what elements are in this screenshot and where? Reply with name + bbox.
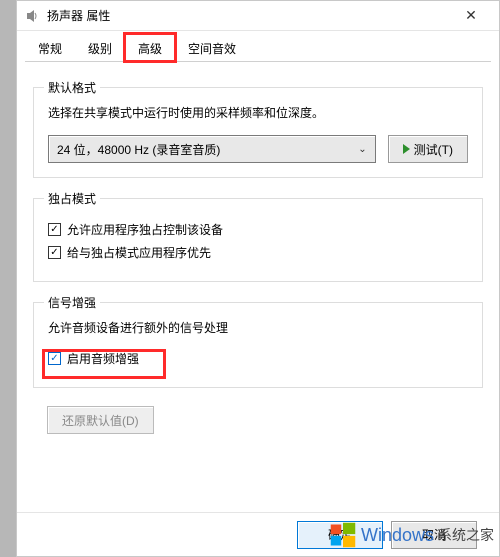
checkbox-exclusive-priority[interactable]: ✓ xyxy=(48,246,61,259)
speaker-icon xyxy=(25,8,41,24)
checkbox-label: 允许应用程序独占控制该设备 xyxy=(67,221,223,238)
cancel-label: 取消 xyxy=(422,526,446,543)
tab-label: 空间音效 xyxy=(188,42,236,56)
restore-defaults-button[interactable]: 还原默认值(D) xyxy=(47,406,154,434)
group-default-format: 默认格式 选择在共享模式中运行时使用的采样频率和位深度。 24 位，48000 … xyxy=(33,87,483,178)
ok-button[interactable]: 确定 xyxy=(297,521,383,549)
select-value: 24 位，48000 Hz (录音室音质) xyxy=(57,141,220,158)
checkbox-row-enable-enhance: ✓ 启用音频增强 xyxy=(48,350,468,367)
format-row: 24 位，48000 Hz (录音室音质) ⌄ 测试(T) xyxy=(48,135,468,163)
tab-label: 常规 xyxy=(38,42,62,56)
test-label: 测试(T) xyxy=(414,141,453,158)
group-title: 默认格式 xyxy=(44,79,100,96)
close-icon: ✕ xyxy=(465,7,477,24)
ok-label: 确定 xyxy=(328,526,352,543)
checkbox-allow-exclusive[interactable]: ✓ xyxy=(48,223,61,236)
chevron-down-icon: ⌄ xyxy=(358,144,366,155)
tab-advanced[interactable]: 高级 xyxy=(125,34,175,61)
group-title: 信号增强 xyxy=(44,294,100,311)
window-title: 扬声器 属性 xyxy=(47,7,451,24)
play-icon xyxy=(403,144,410,154)
tab-general[interactable]: 常规 xyxy=(25,34,75,61)
tab-bar: 常规 级别 高级 空间音效 xyxy=(17,31,499,61)
checkbox-label: 启用音频增强 xyxy=(67,350,139,367)
format-select[interactable]: 24 位，48000 Hz (录音室音质) ⌄ xyxy=(48,135,376,163)
checkmark-icon: ✓ xyxy=(50,354,58,364)
properties-window: 扬声器 属性 ✕ 常规 级别 高级 空间音效 默认格式 选择在共享模式中运行时使… xyxy=(16,0,500,557)
cancel-button[interactable]: 取消 xyxy=(391,521,477,549)
tab-label: 级别 xyxy=(88,42,112,56)
checkmark-icon: ✓ xyxy=(50,248,58,258)
group-title: 独占模式 xyxy=(44,190,100,207)
checkbox-row-allow-exclusive: ✓ 允许应用程序独占控制该设备 xyxy=(48,221,468,238)
test-button[interactable]: 测试(T) xyxy=(388,135,468,163)
checkmark-icon: ✓ xyxy=(50,225,58,235)
title-bar: 扬声器 属性 ✕ xyxy=(17,1,499,31)
restore-label: 还原默认值(D) xyxy=(62,412,139,429)
group-exclusive: 独占模式 ✓ 允许应用程序独占控制该设备 ✓ 给与独占模式应用程序优先 xyxy=(33,198,483,282)
tab-spatial[interactable]: 空间音效 xyxy=(175,34,249,61)
dialog-footer: 确定 取消 xyxy=(17,512,499,556)
group-enhance: 信号增强 允许音频设备进行额外的信号处理 ✓ 启用音频增强 xyxy=(33,302,483,388)
group-desc: 选择在共享模式中运行时使用的采样频率和位深度。 xyxy=(48,104,468,121)
tab-content: 默认格式 选择在共享模式中运行时使用的采样频率和位深度。 24 位，48000 … xyxy=(17,61,499,446)
restore-row: 还原默认值(D) xyxy=(33,406,483,434)
side-strip xyxy=(0,0,16,557)
tab-levels[interactable]: 级别 xyxy=(75,34,125,61)
close-button[interactable]: ✕ xyxy=(451,2,491,30)
checkbox-row-exclusive-priority: ✓ 给与独占模式应用程序优先 xyxy=(48,244,468,261)
tab-label: 高级 xyxy=(138,42,162,56)
group-desc: 允许音频设备进行额外的信号处理 xyxy=(48,319,468,336)
checkbox-label: 给与独占模式应用程序优先 xyxy=(67,244,211,261)
checkbox-enable-enhance[interactable]: ✓ xyxy=(48,352,61,365)
